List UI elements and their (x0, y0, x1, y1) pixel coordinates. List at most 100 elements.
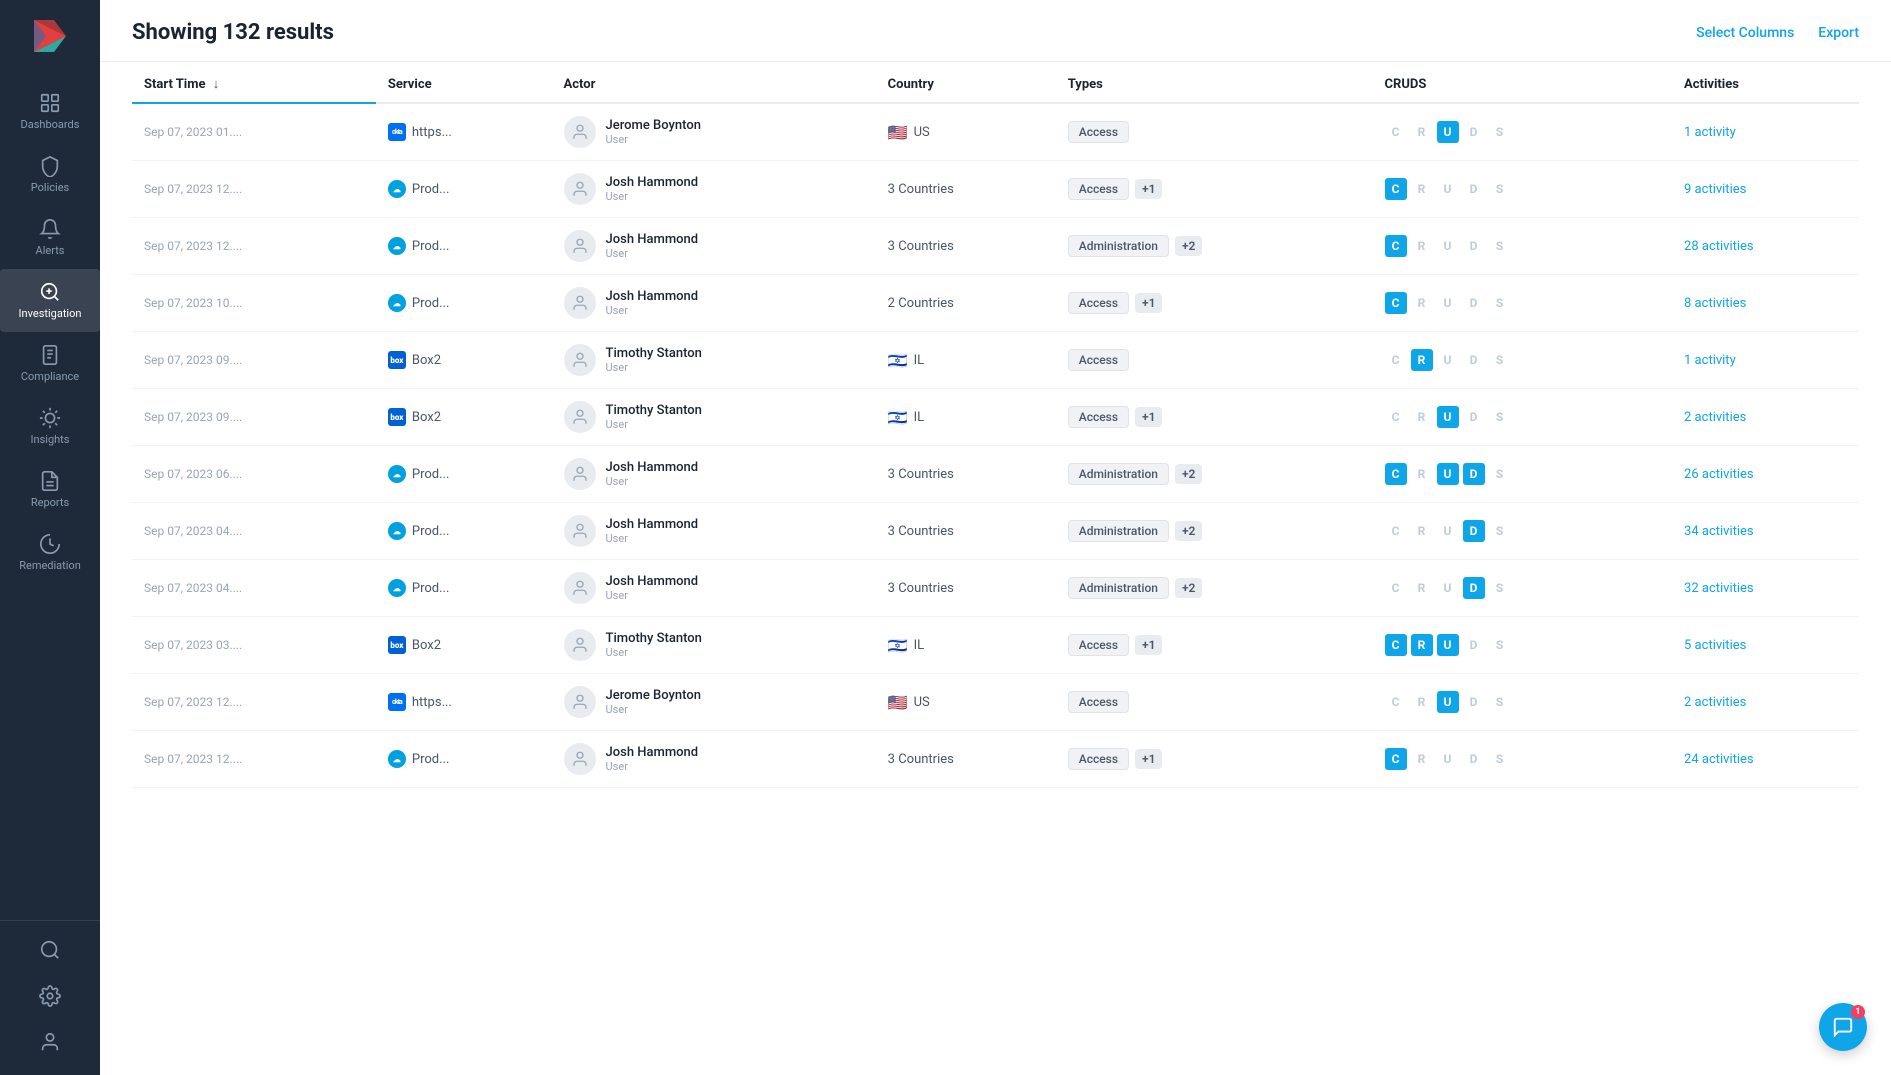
activities-link[interactable]: 24 activities (1684, 752, 1754, 767)
sidebar-item-label: Alerts (36, 244, 65, 257)
cell-activities[interactable]: 1 activity (1672, 103, 1859, 161)
timestamp-value: Sep 07, 2023 09.... (144, 410, 242, 424)
cell-activities[interactable]: 2 activities (1672, 389, 1859, 446)
sidebar-item-compliance[interactable]: Compliance (0, 332, 100, 395)
salesforce-logo: ☁ (388, 180, 406, 198)
actor-info: Josh Hammond User (606, 175, 699, 203)
crud-s: S (1489, 463, 1511, 485)
sort-icon: ↓ (213, 77, 220, 92)
cell-activities[interactable]: 5 activities (1672, 617, 1859, 674)
crud-u: U (1437, 292, 1459, 314)
chat-button[interactable]: 1 (1819, 1003, 1867, 1051)
sidebar-item-alerts[interactable]: Alerts (0, 206, 100, 269)
activities-link[interactable]: 8 activities (1684, 296, 1746, 311)
cell-activities[interactable]: 9 activities (1672, 161, 1859, 218)
cell-country: 🇮🇱IL (876, 617, 1056, 674)
table-row: Sep 07, 2023 04.... ☁ Prod... Josh Hammo… (132, 560, 1859, 617)
activities-link[interactable]: 1 activity (1684, 353, 1736, 368)
actor-role: User (606, 475, 699, 488)
sidebar-item-profile[interactable] (0, 1021, 100, 1063)
service-name: Prod... (412, 239, 450, 254)
cruds-cell: CRUDS (1385, 463, 1661, 485)
cruds-cell: CRUDS (1385, 577, 1661, 599)
cell-activities[interactable]: 24 activities (1672, 731, 1859, 788)
col-cruds[interactable]: CRUDS (1373, 62, 1673, 103)
type-label: Access (1068, 691, 1129, 713)
type-extra: +2 (1175, 578, 1202, 598)
activities-link[interactable]: 9 activities (1684, 182, 1746, 197)
cell-actor: Jerome Boynton User (552, 103, 876, 161)
export-button[interactable]: Export (1818, 25, 1859, 41)
cell-activities[interactable]: 2 activities (1672, 674, 1859, 731)
okta-logo: okta (388, 693, 406, 711)
cell-cruds: CRUDS (1373, 161, 1673, 218)
crud-c: C (1385, 121, 1407, 143)
select-columns-button[interactable]: Select Columns (1696, 25, 1794, 41)
sidebar-item-policies[interactable]: Policies (0, 143, 100, 206)
col-types[interactable]: Types (1056, 62, 1373, 103)
flag-icon: 🇺🇸 (888, 123, 908, 142)
cell-service: ☁ Prod... (376, 161, 552, 218)
col-start-time[interactable]: Start Time ↓ (132, 62, 376, 103)
actor-info: Josh Hammond User (606, 574, 699, 602)
col-actor[interactable]: Actor (552, 62, 876, 103)
type-badge: Administration+2 (1068, 520, 1203, 542)
service-cell: ☁ Prod... (388, 237, 540, 255)
sidebar-item-investigation[interactable]: Investigation (0, 269, 100, 332)
activities-link[interactable]: 1 activity (1684, 125, 1736, 140)
header-actions: Select Columns Export (1696, 25, 1859, 41)
cell-activities[interactable]: 28 activities (1672, 218, 1859, 275)
col-activities[interactable]: Activities (1672, 62, 1859, 103)
sidebar-item-dashboards[interactable]: Dashboards (0, 80, 100, 143)
cell-activities[interactable]: 1 activity (1672, 332, 1859, 389)
activities-link[interactable]: 34 activities (1684, 524, 1754, 539)
crud-s: S (1489, 292, 1511, 314)
cell-country: 3 Countries (876, 560, 1056, 617)
crud-u: U (1437, 577, 1459, 599)
cell-activities[interactable]: 32 activities (1672, 560, 1859, 617)
cell-activities[interactable]: 26 activities (1672, 446, 1859, 503)
cruds-cell: CRUDS (1385, 634, 1661, 656)
sidebar-item-search[interactable] (0, 929, 100, 971)
col-service[interactable]: Service (376, 62, 552, 103)
crud-d: D (1463, 292, 1485, 314)
actor-avatar (564, 686, 596, 718)
country-cell: 3 Countries (888, 239, 1044, 254)
app-logo[interactable] (26, 12, 74, 60)
crud-c: C (1385, 577, 1407, 599)
country-name: 3 Countries (888, 581, 954, 596)
sidebar-item-remediation[interactable]: Remediation (0, 521, 100, 584)
sidebar-item-settings[interactable] (0, 975, 100, 1017)
sidebar-item-reports[interactable]: Reports (0, 458, 100, 521)
service-name: Prod... (412, 182, 450, 197)
cell-activities[interactable]: 34 activities (1672, 503, 1859, 560)
crud-u: U (1437, 121, 1459, 143)
table-row: Sep 07, 2023 09.... box Box2 Timothy Sta… (132, 389, 1859, 446)
type-badge: Access (1068, 121, 1129, 143)
cell-timestamp: Sep 07, 2023 01.... (132, 103, 376, 161)
activities-link[interactable]: 26 activities (1684, 467, 1754, 482)
service-name: Prod... (412, 581, 450, 596)
service-name: Prod... (412, 752, 450, 767)
actor-cell: Josh Hammond User (564, 173, 864, 205)
cell-activities[interactable]: 8 activities (1672, 275, 1859, 332)
activities-link[interactable]: 2 activities (1684, 410, 1746, 425)
col-country[interactable]: Country (876, 62, 1056, 103)
crud-s: S (1489, 577, 1511, 599)
activities-link[interactable]: 2 activities (1684, 695, 1746, 710)
flag-icon: 🇮🇱 (888, 408, 908, 427)
cell-service: ☁ Prod... (376, 218, 552, 275)
actor-cell: Timothy Stanton User (564, 401, 864, 433)
cell-service: okta https... (376, 674, 552, 731)
activities-link[interactable]: 28 activities (1684, 239, 1754, 254)
activities-link[interactable]: 5 activities (1684, 638, 1746, 653)
main-content: Showing 132 results Select Columns Expor… (100, 0, 1891, 1075)
country-name: 3 Countries (888, 467, 954, 482)
activities-link[interactable]: 32 activities (1684, 581, 1754, 596)
service-name: Prod... (412, 467, 450, 482)
cell-service: ☁ Prod... (376, 503, 552, 560)
cell-types: Access+1 (1056, 617, 1373, 674)
timestamp-value: Sep 07, 2023 03.... (144, 638, 242, 652)
sidebar-item-insights[interactable]: Insights (0, 395, 100, 458)
actor-name: Timothy Stanton (606, 631, 702, 646)
